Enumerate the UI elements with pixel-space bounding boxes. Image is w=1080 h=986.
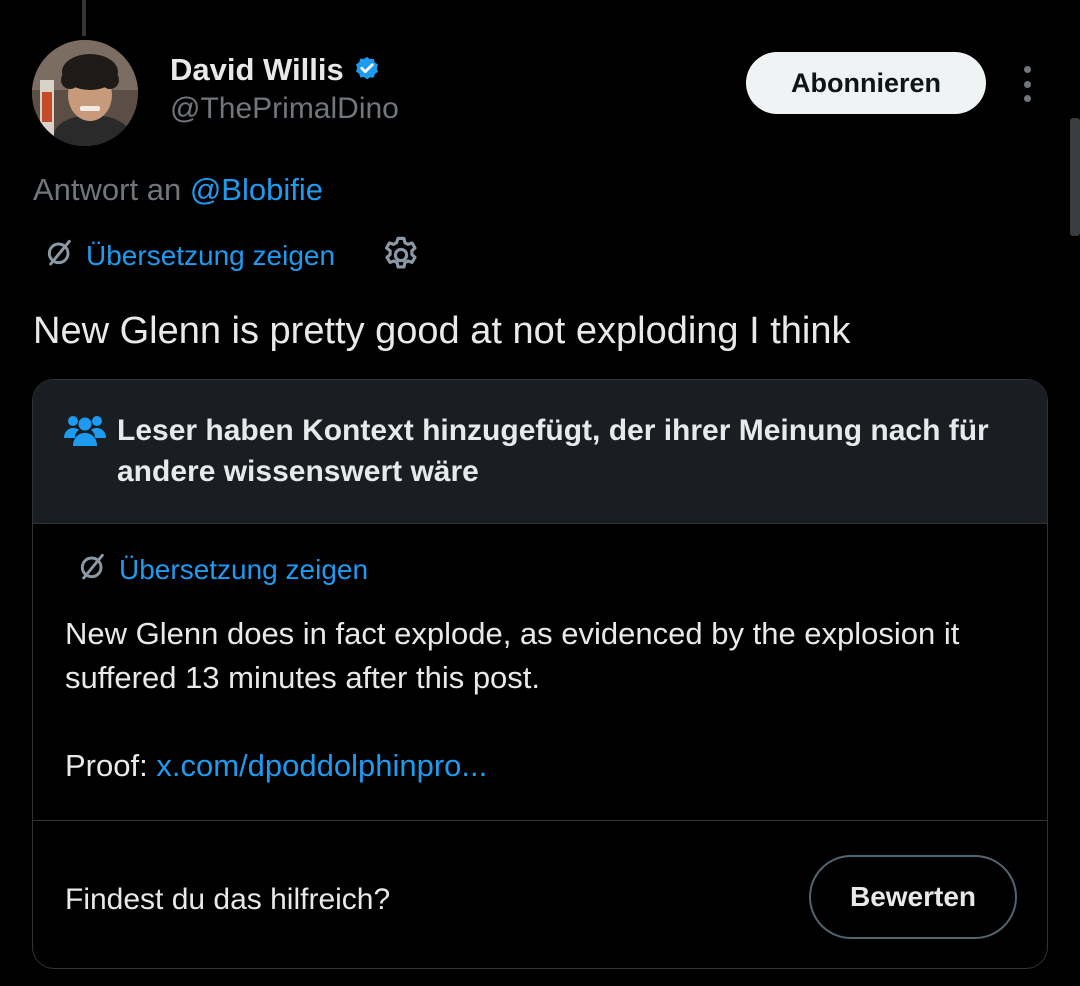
translate-label[interactable]: Übersetzung zeigen [119,554,368,586]
translate-post-link[interactable]: Übersetzung zeigen [44,236,335,275]
post-text: New Glenn is pretty good at not explodin… [33,310,851,352]
avatar[interactable] [32,40,138,146]
author-handle[interactable]: @ThePrimalDino [170,92,399,126]
proof-label: Proof: [65,748,148,783]
gear-icon[interactable] [380,234,422,276]
translate-icon [44,236,76,275]
community-note-body: New Glenn does in fact explode, as evide… [65,616,960,695]
translate-note-link[interactable]: Übersetzung zeigen [77,550,368,589]
reply-mention-link[interactable]: @Blobifie [190,172,323,207]
more-options-icon[interactable] [1012,62,1042,106]
rate-button[interactable]: Bewerten [809,855,1017,939]
community-note-header: Leser haben Kontext hinzugefügt, der ihr… [33,380,1047,524]
author-name-row[interactable]: David Willis [170,52,382,88]
thread-connector-line [82,0,86,36]
translate-icon [77,550,109,589]
author-name[interactable]: David Willis [170,52,344,88]
people-icon [63,412,107,448]
reply-prefix: Antwort an [33,172,182,207]
divider [33,820,1047,821]
verified-badge-icon [352,55,382,85]
community-note-card: Leser haben Kontext hinzugefügt, der ihr… [32,379,1048,969]
proof-line: Proof: x.com/dpoddolphinpro... [65,748,487,784]
reply-to-line: Antwort an @Blobifie [33,172,323,208]
translate-label[interactable]: Übersetzung zeigen [86,240,335,272]
scrollbar-thumb[interactable] [1070,118,1080,236]
proof-link[interactable]: x.com/dpoddolphinpro... [156,748,487,783]
helpful-question: Findest du das hilfreich? [65,883,391,916]
community-note-title: Leser haben Kontext hinzugefügt, der ihr… [117,414,989,488]
follow-button[interactable]: Abonnieren [746,52,986,114]
